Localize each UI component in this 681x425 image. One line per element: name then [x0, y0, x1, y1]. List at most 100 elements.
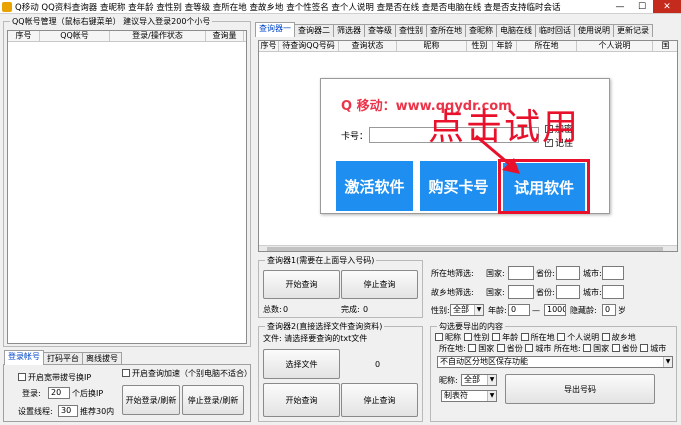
tab-filter[interactable]: 筛选器: [333, 24, 365, 37]
tab-query-2[interactable]: 查询器二: [294, 24, 334, 37]
window-title: Q移动 QQ资料查询器 查昵称 查年龄 查性别 查等级 查所在地 查故乡地 查个…: [15, 2, 561, 13]
q2-start-button[interactable]: 开始查询: [263, 383, 340, 417]
result-grid-header: 序号 待查询QQ号码 查询状态 昵称 性别 年龄 所在地 个人说明 国: [259, 41, 677, 52]
minimize-button[interactable]: —: [609, 0, 631, 13]
tab-gender[interactable]: 查性别: [395, 24, 427, 37]
export-loc-province-checkbox[interactable]: [496, 344, 505, 352]
export-home-checkbox[interactable]: [601, 333, 610, 341]
export-gender-checkbox[interactable]: [463, 333, 472, 341]
card-label: 卡号：: [341, 132, 369, 142]
q1-done: 0: [363, 305, 369, 314]
export-title: 勾选要导出的内容: [437, 321, 505, 332]
chevron-down-icon: ▼: [474, 305, 483, 315]
home-province-label: 省份:: [536, 288, 555, 297]
age-label: 年龄:: [488, 306, 507, 315]
export-loc-country-checkbox[interactable]: [468, 344, 477, 352]
export-loc-checkbox[interactable]: [520, 333, 529, 341]
col-r-index: 序号: [259, 41, 279, 51]
speed-checkbox[interactable]: [122, 369, 130, 377]
result-hscroll[interactable]: [259, 245, 677, 251]
close-button[interactable]: ✕: [653, 0, 681, 13]
q1-total-label: 总数:: [263, 305, 282, 314]
start-login-button[interactable]: 开始登录/刷新: [122, 385, 180, 415]
age-from-input[interactable]: 0: [508, 304, 530, 316]
col-r-country: 国: [653, 41, 677, 51]
home-country-input[interactable]: [508, 285, 534, 299]
chevron-down-icon: ▼: [663, 357, 672, 367]
login-count-input[interactable]: 20: [48, 387, 70, 399]
col-r-age: 年龄: [493, 41, 517, 51]
account-grid[interactable]: 序号 QQ帐号 登录/操作状态 查询量: [7, 30, 247, 344]
tab-location[interactable]: 查所在地: [426, 24, 466, 37]
export-home-city-checkbox[interactable]: [640, 344, 649, 352]
q2-choose-file-button[interactable]: 选择文件: [263, 349, 340, 379]
export-group: 勾选要导出的内容 昵称 性别 年龄 所在地 个人说明 故乡地 所在地: 国家 省…: [430, 321, 677, 422]
export-home-country-checkbox[interactable]: [583, 344, 592, 352]
window-title-bar: Q移动 QQ资料查询器 查昵称 查年龄 查性别 查等级 查所在地 查故乡地 查个…: [0, 0, 681, 14]
col-index: 序号: [8, 31, 40, 41]
query-tabs: 查询器一 查询器二 筛选器 查等级 查性别 查所在地 查昵称 电脑在线 临时回话…: [255, 22, 653, 37]
opt-dial[interactable]: 开启宽带拔号换IP: [18, 373, 91, 383]
save-mode-select[interactable]: 不自动区分地区保存功能 ▼: [437, 356, 673, 368]
loc-country-input[interactable]: [508, 266, 534, 280]
loc-city-input[interactable]: [602, 266, 624, 280]
gender-select[interactable]: 全部 ▼: [450, 304, 484, 316]
home-city-input[interactable]: [602, 285, 624, 299]
export-bio-checkbox[interactable]: [557, 333, 566, 341]
query2-group: 查询器2(直接选择文件查询资料) 文件: 请选择要查询的txt文件 选择文件 0…: [258, 321, 423, 422]
home-filter-label: 故乡地筛选:: [431, 288, 474, 297]
gender-label: 性别:: [431, 306, 450, 315]
export-nick-label: 昵称:: [439, 376, 458, 385]
export-home-province-checkbox[interactable]: [611, 344, 620, 352]
tab-login-account[interactable]: 登录帐号: [4, 350, 44, 365]
filter-panel: 所在地筛选: 国家: 省份: 城市: 故乡地筛选: 国家: 省份: 城市: 性别…: [428, 262, 678, 320]
export-nick-checkbox[interactable]: [435, 333, 443, 341]
tab-help[interactable]: 使用说明: [574, 24, 614, 37]
q2-stop-button[interactable]: 停止查询: [341, 383, 418, 417]
q1-total: 0: [283, 305, 289, 314]
tab-nickname[interactable]: 查昵称: [465, 24, 497, 37]
hide-label: 隐藏龄:: [570, 306, 597, 315]
chevron-down-icon: ▼: [487, 375, 496, 385]
q1-start-button[interactable]: 开始查询: [263, 270, 340, 299]
export-loc-city-checkbox[interactable]: [525, 344, 534, 352]
home-province-input[interactable]: [556, 285, 580, 299]
age-to-input[interactable]: 1000: [544, 304, 566, 316]
login-label: 登录:: [22, 389, 41, 398]
tab-query-1[interactable]: 查询器一: [255, 22, 295, 37]
result-hscroll-thumb[interactable]: [267, 247, 663, 251]
hide-unit: 岁: [618, 306, 626, 315]
q1-done-label: 完成:: [341, 305, 360, 314]
col-r-nick: 昵称: [397, 41, 467, 51]
export-button[interactable]: 导出号码: [505, 374, 655, 404]
account-grid-header: 序号 QQ帐号 登录/操作状态 查询量: [8, 31, 246, 42]
maximize-button[interactable]: ☐: [631, 0, 653, 13]
opt-speed[interactable]: 开启查询加速（个别电脑不适合）: [122, 369, 252, 379]
dial-checkbox[interactable]: [18, 373, 26, 381]
export-row2: 所在地: 国家 省份 城市 所在地: 国家 省份 城市: [439, 344, 667, 353]
col-count: 查询量: [206, 31, 244, 41]
q1-stop-button[interactable]: 停止查询: [341, 270, 418, 299]
tab-pc-online[interactable]: 电脑在线: [496, 24, 536, 37]
threads-input[interactable]: 30: [58, 405, 78, 417]
delimiter-select[interactable]: 制表符 ▼: [441, 390, 497, 402]
activate-button[interactable]: 激活软件: [336, 161, 413, 211]
stop-login-button[interactable]: 停止登录/刷新: [182, 385, 244, 415]
col-r-bio: 个人说明: [577, 41, 653, 51]
query2-title: 查询器2(直接选择文件查询资料): [265, 321, 385, 332]
export-age-checkbox[interactable]: [492, 333, 501, 341]
login-panel: 开启宽带拔号换IP 开启查询加速（个别电脑不适合） 登录: 20 个后换IP 设…: [3, 364, 252, 422]
account-group: QQ帐号管理（鼠标右键菜单） 建议导入登录200个小号 序号 QQ帐号 登录/操…: [3, 16, 251, 347]
tab-temp-chat[interactable]: 临时回话: [535, 24, 575, 37]
hide-input[interactable]: 0: [602, 304, 616, 316]
tab-changelog[interactable]: 更新记录: [613, 24, 653, 37]
export-nick-select[interactable]: 全部 ▼: [461, 374, 497, 386]
login-suffix: 个后换IP: [72, 389, 104, 398]
query1-title: 查询器1(需要在上面导入号码): [265, 255, 377, 266]
export-row1: 昵称 性别 年龄 所在地 个人说明 故乡地: [435, 333, 636, 343]
loc-province-input[interactable]: [556, 266, 580, 280]
loc-province-label: 省份:: [536, 269, 555, 278]
tab-level[interactable]: 查等级: [364, 24, 396, 37]
col-r-status: 查询状态: [339, 41, 397, 51]
home-city-label: 城市:: [583, 288, 602, 297]
